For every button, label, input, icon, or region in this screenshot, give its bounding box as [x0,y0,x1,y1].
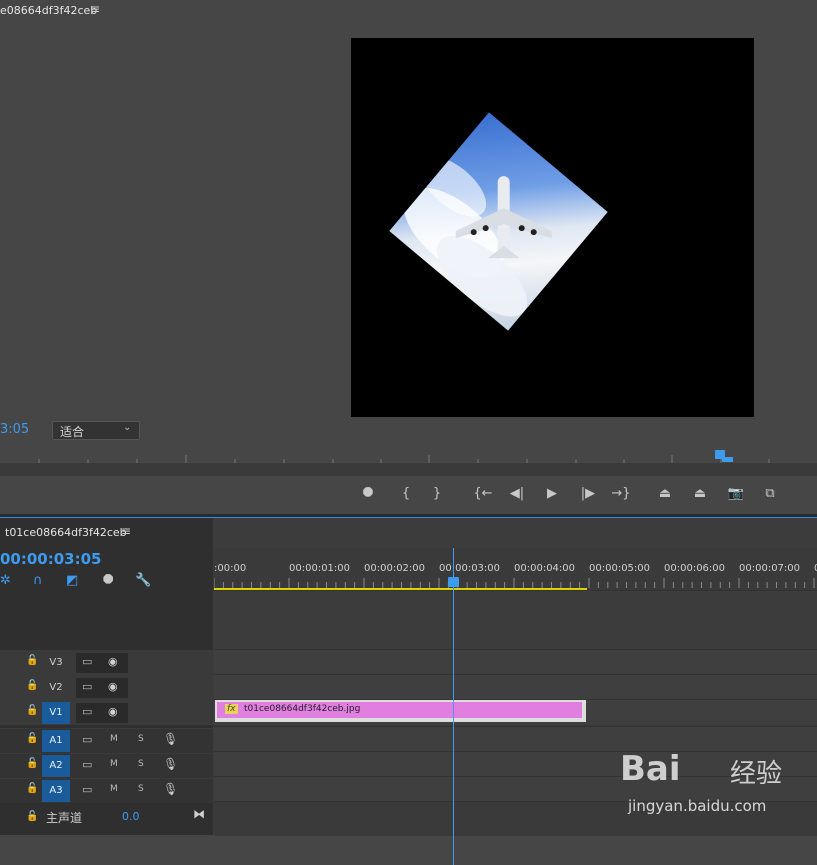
timeline-tools: ✲ ∩ ◩ ⯃ 🔧 [0,573,213,591]
panel-menu-icon[interactable]: ≡ [121,524,131,538]
track-target-v2[interactable]: V2 [42,677,70,699]
snap-magnet-icon[interactable]: ∩ [33,573,43,588]
monitor-playhead-tail [722,457,733,462]
master-volume-value[interactable]: 0.0 [122,810,140,823]
lock-icon[interactable]: 🔓 [26,811,38,822]
sync-lock-icon[interactable]: ▭ [82,783,92,796]
clip-body: fx t01ce08664df3f42ceb.jpg [217,702,582,718]
chevron-down-icon: ⌄ [123,422,132,433]
add-marker-button[interactable]: ⯃ [355,483,381,505]
track-target-a1[interactable]: A1 [42,730,70,752]
mute-button[interactable]: M [110,759,118,769]
compare-view-button[interactable]: ⧉ [757,483,783,505]
zoom-fit-select[interactable]: 适合 ⌄ [52,421,140,440]
lock-icon[interactable]: 🔓 [26,655,38,666]
track-header-v1[interactable]: 🔓 V1 ▭ ◉ [0,700,213,725]
program-monitor-tab[interactable]: e08664df3f42ceb ≡ [0,0,817,22]
monitor-time-ruler[interactable] [0,447,817,463]
sequence-timecode[interactable]: 00:00:03:05 [0,550,102,568]
step-back-button[interactable]: ◀| [504,483,530,505]
video-preview[interactable] [351,38,754,417]
track-row-v3[interactable] [214,649,817,674]
lock-icon[interactable]: 🔓 [26,783,38,794]
solo-button[interactable]: S [138,759,144,769]
lock-icon[interactable]: 🔓 [26,733,38,744]
track-header-v2[interactable]: 🔓 V2 ▭ ◉ [0,675,213,700]
playhead-timecode[interactable]: 3:05 [0,422,29,437]
airplane-illustration [403,156,552,317]
program-monitor: e08664df3f42ceb ≡ 3:05 适合 ⌄ ⯃ {} {← ◀| … [0,0,817,514]
ruler-ticks [214,578,815,588]
mark-in-button[interactable]: { [393,483,419,505]
track-header-a2[interactable]: 🔓 A2 ▭ M S 🎙 [0,753,213,778]
extract-button[interactable]: ⏏ [687,483,713,505]
track-header-a1[interactable]: 🔓 A1 ▭ M S 🎙 [0,728,213,753]
lift-button[interactable]: ⏏ [652,483,678,505]
nest-toggle-icon[interactable]: ✲ [0,573,11,588]
lock-icon[interactable]: 🔓 [26,705,38,716]
video-clip[interactable]: fx t01ce08664df3f42ceb.jpg [215,700,586,722]
sync-lock-icon[interactable]: ▭ [82,705,92,718]
export-frame-button[interactable]: 📷 [723,483,749,505]
eye-icon[interactable]: ◉ [108,680,118,693]
play-button[interactable]: ▶ [539,483,565,505]
solo-button[interactable]: S [138,784,144,794]
empty-track-space [214,590,817,649]
timeline-ruler[interactable]: :00:00 00:00:01:00 00:00:02:00 00:00:03:00 0… [214,548,817,590]
track-header-v3[interactable]: 🔓 V3 ▭ ◉ [0,650,213,675]
watermark-url: jingyan.baidu.com [628,797,767,815]
clip-name: t01ce08664df3f42ceb.jpg [244,704,361,714]
microphone-icon[interactable]: 🎙 [163,782,178,796]
fx-badge-icon[interactable]: fx [225,704,238,714]
sync-lock-icon[interactable]: ▭ [82,680,92,693]
go-to-edit-point-icon[interactable]: ⧓ [193,807,205,821]
sync-lock-icon[interactable]: ▭ [82,655,92,668]
mute-button[interactable]: M [110,734,118,744]
linked-selection-icon[interactable]: ◩ [66,573,78,588]
track-target-a2[interactable]: A2 [42,755,70,777]
microphone-icon[interactable]: 🎙 [163,757,178,771]
solo-button[interactable]: S [138,734,144,744]
monitor-zoom-scrollbar[interactable] [0,463,817,476]
mark-out-button[interactable]: } [424,483,450,505]
lock-icon[interactable]: 🔓 [26,680,38,691]
panel-menu-icon[interactable]: ≡ [90,2,100,16]
master-track-label: 主声道 [46,811,83,825]
wrench-icon[interactable]: 🔧 [135,573,151,588]
watermark-cn: 经验 [730,759,783,789]
sync-lock-icon[interactable]: ▭ [82,733,92,746]
sync-lock-icon[interactable]: ▭ [82,758,92,771]
program-monitor-title: e08664df3f42ceb [0,4,98,17]
microphone-icon[interactable]: 🎙 [163,732,178,746]
add-marker-icon[interactable]: ⯃ [103,573,113,588]
go-to-out-button[interactable]: →} [608,483,634,505]
eye-icon[interactable]: ◉ [108,705,118,718]
go-to-in-button[interactable]: {← [470,483,496,505]
baidu-jingyan-watermark: Bai 经验 jingyan.baidu.com [620,745,800,825]
track-header-a3[interactable]: 🔓 A3 ▭ M S 🎙 [0,778,213,803]
watermark-logo: Bai [620,749,681,789]
track-target-v1[interactable]: V1 [42,702,70,724]
track-target-v3[interactable]: V3 [42,652,70,674]
mute-button[interactable]: M [110,784,118,794]
sequence-tab-title[interactable]: t01ce08664df3f42ceb [5,526,127,539]
zoom-fit-value: 适合 [60,425,85,439]
playhead-handle[interactable] [448,577,459,587]
lock-icon[interactable]: 🔓 [26,758,38,769]
playhead-line[interactable] [453,548,454,865]
step-forward-button[interactable]: |▶ [575,483,601,505]
track-target-a3[interactable]: A3 [42,780,70,802]
rotated-airplane-image [389,112,608,331]
track-row-v2[interactable] [214,674,817,699]
eye-icon[interactable]: ◉ [108,655,118,668]
ruler-ticks [38,455,770,463]
